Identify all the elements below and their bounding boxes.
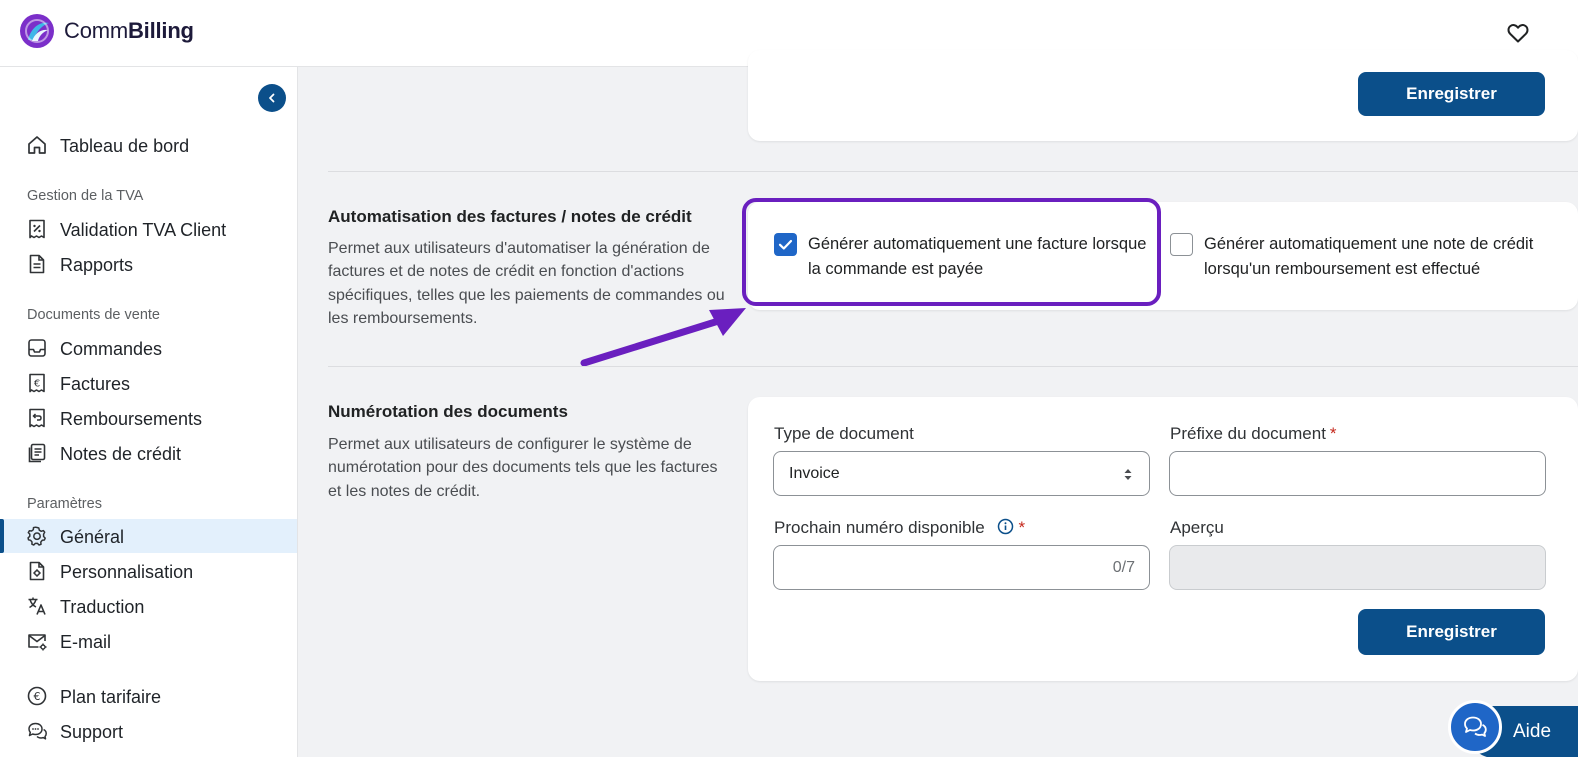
home-icon [28, 136, 46, 154]
auto-credit-note-label: Générer automatiquement une note de créd… [1204, 235, 1534, 278]
sidebar-item-translation[interactable]: Traduction [0, 589, 297, 623]
document-prefix-label: Préfixe du document * [1170, 424, 1337, 443]
chat-icon [1464, 716, 1487, 737]
section-label-settings: Paramètres [27, 496, 102, 512]
sidebar-item-credit-notes[interactable]: Notes de crédit [0, 436, 297, 470]
save-button[interactable]: Enregistrer [1358, 72, 1545, 116]
gear-icon [27, 526, 46, 546]
brand-name: CommBilling [64, 18, 194, 43]
receipt-euro-icon: € [29, 373, 45, 393]
heart-icon[interactable] [1506, 21, 1530, 45]
sidebar-item-support[interactable]: Support [0, 714, 297, 748]
notes-icon [28, 443, 46, 463]
section-label-vat: Gestion de la TVA [27, 188, 144, 204]
sidebar-item-label: Personnalisation [60, 562, 194, 582]
sidebar-item-dashboard[interactable]: Tableau de bord [0, 128, 297, 162]
receipt-percent-icon [29, 219, 45, 239]
sidebar-item-label: Tableau de bord [60, 136, 190, 156]
sidebar-item-reports[interactable]: Rapports [0, 247, 297, 281]
sidebar-item-label: Factures [60, 374, 131, 394]
sidebar-item-vat-validation[interactable]: Validation TVA Client [0, 212, 297, 246]
chevron-left-icon [269, 93, 275, 103]
sidebar-item-pricing[interactable]: € Plan tarifaire [0, 679, 297, 713]
translate-icon [28, 597, 46, 615]
inbox-icon [28, 339, 46, 357]
auto-invoice-label: Générer automatiquement une facture lors… [808, 235, 1147, 278]
sidebar-item-label: E-mail [60, 632, 112, 652]
sidebar-item-label: Validation TVA Client [60, 220, 227, 240]
numbering-card: Type de document Invoice Préfixe du docu… [748, 397, 1578, 681]
section-divider [328, 366, 1578, 367]
euro-circle-icon: € [27, 686, 47, 706]
automation-options-card: Générer automatiquement une facture lors… [748, 202, 1578, 310]
commbilling-logo-icon [20, 14, 54, 48]
sidebar-item-label: Général [60, 527, 125, 547]
save-numbering-button[interactable]: Enregistrer [1358, 609, 1545, 655]
numbering-section-title: Numérotation des documents [328, 402, 568, 421]
checkmark-icon [778, 239, 793, 250]
sidebar-item-label: Plan tarifaire [60, 687, 162, 707]
next-number-input[interactable]: 0/7 [773, 545, 1150, 590]
document-type-value: Invoice [789, 465, 840, 482]
help-label: Aide [1513, 721, 1552, 742]
auto-invoice-checkbox[interactable] [774, 233, 797, 256]
help-chat-button[interactable] [1448, 700, 1502, 754]
preview-label: Aperçu [1170, 518, 1224, 537]
sidebar-item-label: Remboursements [60, 409, 203, 429]
document-type-select[interactable]: Invoice [773, 451, 1150, 496]
document-type-label: Type de document [774, 424, 914, 443]
document-prefix-input[interactable] [1169, 451, 1546, 496]
mail-settings-icon [28, 634, 47, 651]
help-widget[interactable]: Aide [1448, 700, 1578, 757]
sidebar: Tableau de bord Gestion de la TVA Valida… [0, 67, 298, 757]
sidebar-item-label: Support [60, 722, 124, 742]
section-divider [328, 171, 1578, 172]
document-icon [29, 254, 45, 274]
sidebar-item-general[interactable]: Général [0, 519, 297, 553]
previous-settings-card: Enregistrer [748, 50, 1578, 141]
collapse-sidebar-button[interactable] [258, 84, 286, 112]
svg-text:€: € [34, 690, 41, 703]
character-counter: 0/7 [1112, 559, 1135, 576]
svg-text:€: € [34, 379, 40, 390]
info-icon[interactable] [997, 518, 1014, 535]
auto-credit-note-checkbox[interactable] [1170, 233, 1193, 256]
sidebar-item-orders[interactable]: Commandes [0, 331, 297, 365]
sidebar-item-label: Traduction [60, 597, 145, 617]
sidebar-item-invoices[interactable]: € Factures [0, 366, 297, 400]
sidebar-item-email[interactable]: E-mail [0, 624, 297, 658]
automation-section-title: Automatisation des factures / notes de c… [328, 207, 692, 226]
section-label-sales: Documents de vente [27, 307, 160, 323]
document-settings-icon [29, 561, 45, 581]
sidebar-item-label: Notes de crédit [60, 444, 182, 464]
preview-field [1169, 545, 1546, 590]
sidebar-item-label: Commandes [60, 339, 163, 359]
sidebar-item-label: Rapports [60, 255, 134, 275]
sidebar-item-refunds[interactable]: Remboursements [0, 401, 297, 435]
sidebar-item-customization[interactable]: Personnalisation [0, 554, 297, 588]
chat-bubbles-icon [28, 722, 47, 740]
select-arrows-icon [1124, 469, 1132, 480]
receipt-refund-icon [29, 408, 45, 428]
next-number-label: Prochain numéro disponible * [774, 518, 1026, 537]
numbering-section-description: Permet aux utilisateurs de configurer le… [328, 436, 718, 500]
annotation-arrow-icon [580, 308, 746, 367]
